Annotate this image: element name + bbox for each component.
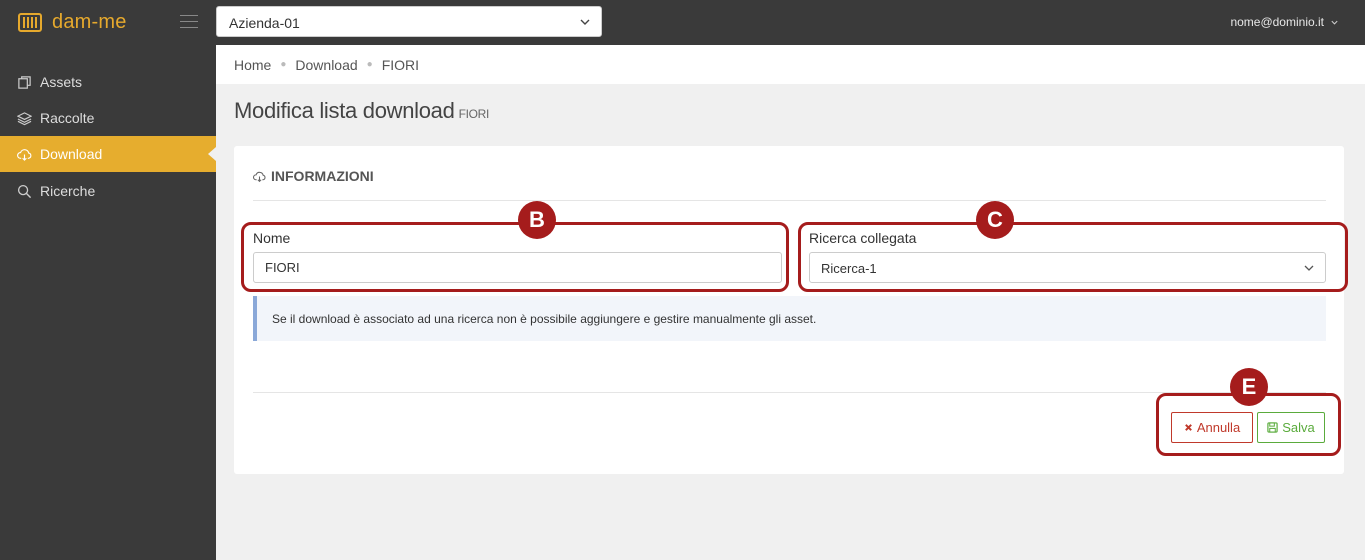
page-title: Modifica lista download FIORI bbox=[234, 98, 489, 124]
company-select-value: Azienda-01 bbox=[229, 15, 300, 31]
chevron-down-icon bbox=[580, 19, 590, 25]
sidebar-item-label: Assets bbox=[40, 74, 83, 90]
annotation-badge-c: C bbox=[976, 201, 1014, 239]
breadcrumb-download[interactable]: Download bbox=[295, 57, 357, 73]
card-title: INFORMAZIONI bbox=[253, 168, 374, 184]
page-title-text: Modifica lista download bbox=[234, 98, 455, 123]
annotation-badge-b: B bbox=[518, 201, 556, 239]
company-select[interactable]: Azienda-01 bbox=[216, 6, 602, 37]
breadcrumb-current: FIORI bbox=[381, 56, 420, 73]
search-icon bbox=[16, 183, 32, 199]
sidebar: Assets Raccolte Download Ricerche bbox=[0, 45, 216, 560]
breadcrumb: Home ● Download ● FIORI bbox=[216, 45, 1365, 84]
user-email: nome@dominio.it bbox=[1230, 15, 1324, 29]
top-bar: dam-me Azienda-01 nome@dominio.it bbox=[0, 0, 1365, 45]
breadcrumb-separator: ● bbox=[366, 59, 373, 70]
assets-icon bbox=[16, 74, 32, 90]
user-menu[interactable]: nome@dominio.it bbox=[1230, 15, 1339, 29]
annotation-highlight-search bbox=[798, 222, 1348, 292]
sidebar-item-download[interactable]: Download bbox=[0, 136, 216, 172]
app-name: dam-me bbox=[52, 10, 127, 33]
menu-toggle-icon[interactable] bbox=[180, 15, 198, 29]
card-title-text: INFORMAZIONI bbox=[271, 168, 374, 184]
app-logo[interactable]: dam-me bbox=[18, 10, 127, 34]
info-alert-text: Se il download è associato ad una ricerc… bbox=[272, 312, 817, 326]
sidebar-item-ricerche[interactable]: Ricerche bbox=[0, 173, 216, 209]
breadcrumb-separator: ● bbox=[280, 59, 287, 70]
sidebar-item-label: Raccolte bbox=[40, 110, 95, 126]
annotation-highlight-name bbox=[241, 222, 789, 292]
sidebar-item-assets[interactable]: Assets bbox=[0, 64, 216, 100]
cloud-download-icon bbox=[16, 146, 32, 162]
divider bbox=[253, 200, 1326, 201]
info-alert: Se il download è associato ad una ricerc… bbox=[253, 296, 1326, 341]
sidebar-item-raccolte[interactable]: Raccolte bbox=[0, 100, 216, 136]
sidebar-item-label: Download bbox=[40, 146, 103, 162]
cloud-download-icon bbox=[253, 171, 266, 182]
breadcrumb-home[interactable]: Home bbox=[234, 57, 271, 73]
sidebar-item-label: Ricerche bbox=[40, 183, 96, 199]
annotation-badge-e: E bbox=[1230, 368, 1268, 406]
chevron-down-icon bbox=[1331, 20, 1338, 25]
logo-icon bbox=[18, 13, 42, 32]
page-subtitle: FIORI bbox=[458, 107, 490, 121]
layers-icon bbox=[16, 110, 32, 126]
